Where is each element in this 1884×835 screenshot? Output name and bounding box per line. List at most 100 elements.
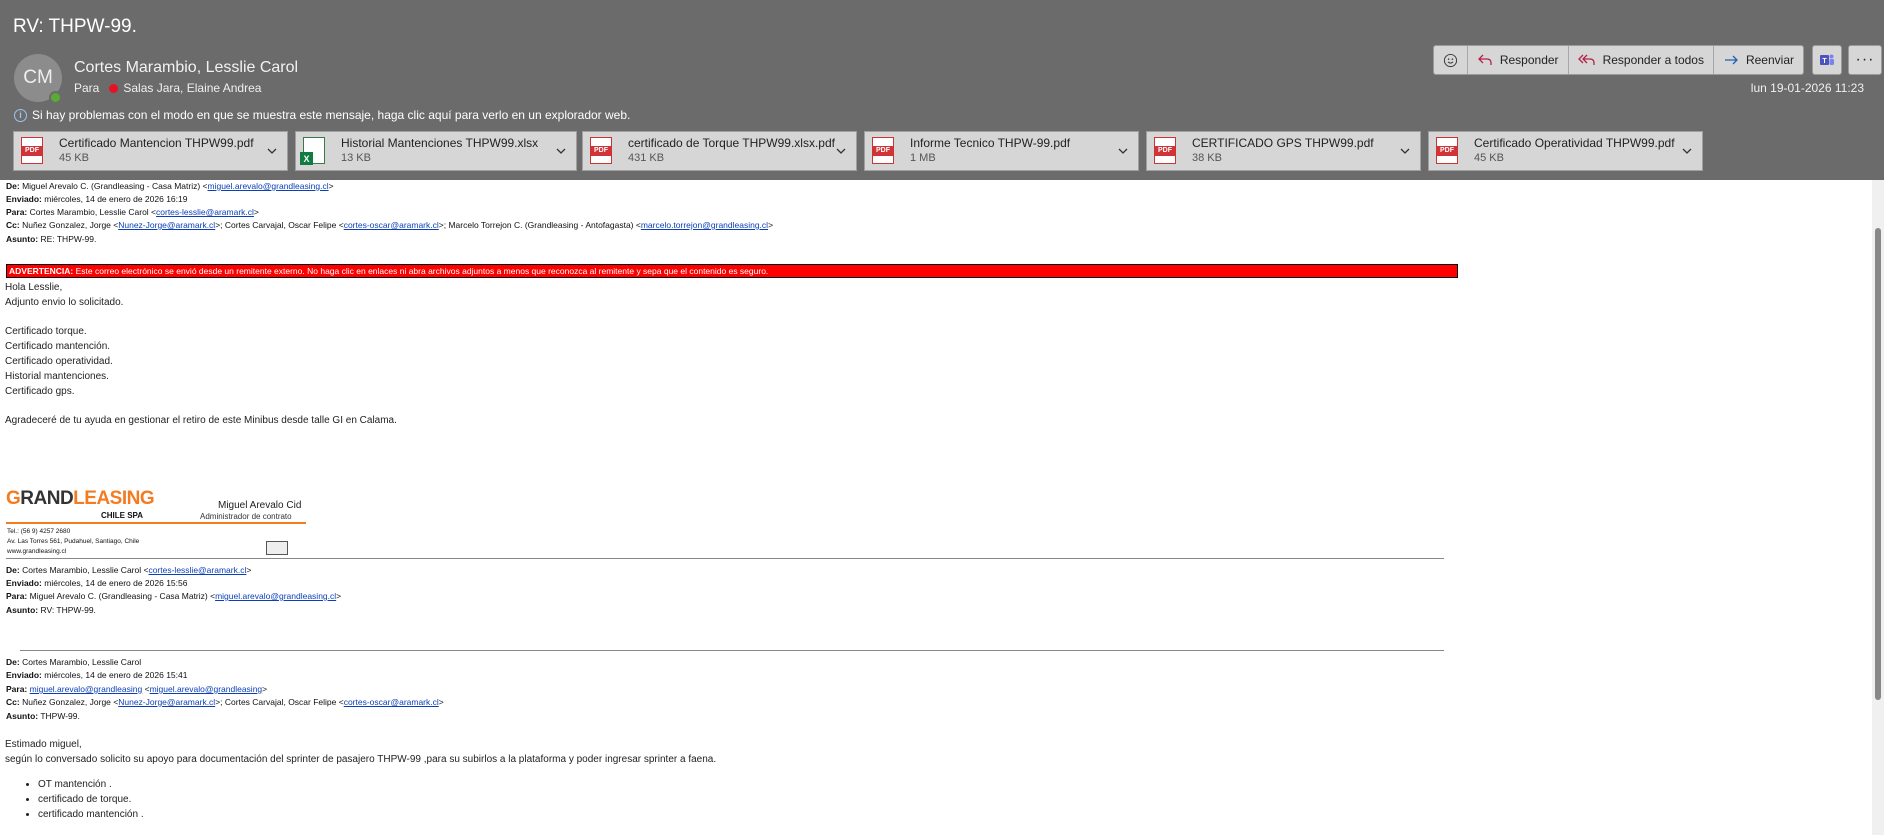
avatar-initials: CM [23, 67, 53, 88]
email-link[interactable]: cortes-lesslie@aramark.cl [148, 565, 246, 575]
chevron-down-icon[interactable] [1399, 146, 1411, 156]
company-logo: GRANDLEASING [6, 488, 155, 509]
email-link[interactable]: miguel.arevalo@grandleasing [30, 684, 143, 694]
email-link[interactable]: marcelo.torrejon@grandleasing.cl [641, 220, 768, 230]
pdf-file-icon [1436, 137, 1458, 164]
signature-role: Administrador de contrato [200, 512, 292, 521]
recipient-name[interactable]: Salas Jara, Elaine Andrea [123, 81, 261, 95]
sender-name[interactable]: Cortes Marambio, Lesslie Carol [74, 59, 298, 77]
excel-file-icon: X [300, 137, 325, 165]
body-line: Certificado gps. [5, 386, 75, 397]
attachment-item[interactable]: Certificado Operatividad THPW99.pdf 45 KB [1428, 131, 1703, 171]
quoted-header-subject: Asunto: THPW-99. [6, 711, 80, 721]
attachment-item[interactable]: Certificado Mantencion THPW99.pdf 45 KB [13, 131, 288, 171]
email-link[interactable]: miguel.arevalo@grandleasing.cl [208, 181, 329, 191]
attachment-size: 38 KB [1192, 152, 1222, 164]
attachment-item[interactable]: CERTIFICADO GPS THPW99.pdf 38 KB [1146, 131, 1421, 171]
attachment-size: 1 MB [910, 152, 936, 164]
attachment-size: 13 KB [341, 152, 371, 164]
list-item: certificado de torque. [38, 794, 144, 809]
vertical-scrollbar[interactable] [1872, 180, 1884, 835]
quoted-header-sent: Enviado: miércoles, 14 de enero de 2026 … [6, 578, 188, 588]
forward-label: Reenviar [1745, 53, 1794, 67]
chevron-down-icon[interactable] [266, 146, 278, 156]
body-line: Certificado torque. [5, 326, 87, 337]
attachment-item[interactable]: certificado de Torque THPW99.xlsx.pdf 431… [582, 131, 857, 171]
chevron-down-icon[interactable] [835, 146, 847, 156]
quoted-header-to: Para: Miguel Arevalo C. (Grandleasing - … [6, 591, 342, 601]
body-line: Hola Lesslie, [5, 282, 63, 293]
quoted-header-sent: Enviado: miércoles, 14 de enero de 2026 … [6, 670, 188, 680]
svg-text:T: T [1822, 58, 1827, 65]
body-line: Certificado mantención. [5, 341, 111, 352]
message-actions: Responder Responder a todos Reenviar [1432, 45, 1804, 75]
attachment-size: 431 KB [628, 152, 665, 164]
presence-available-icon [49, 91, 62, 104]
email-link[interactable]: miguel.arevalo@grandleasing [150, 684, 263, 694]
chevron-down-icon[interactable] [1117, 146, 1129, 156]
forward-icon [1724, 55, 1738, 65]
body-greeting: Estimado miguel, [5, 739, 82, 750]
pdf-file-icon [1154, 137, 1176, 164]
attachment-name: Certificado Mantencion THPW99.pdf [59, 136, 254, 150]
signature-divider [6, 522, 306, 524]
pdf-file-icon [872, 137, 894, 164]
reply-icon [1477, 54, 1492, 65]
quoted-header-cc: Cc: Nuñez Gonzalez, Jorge <Nunez-Jorge@a… [6, 220, 774, 230]
attachment-size: 45 KB [1474, 152, 1504, 164]
scrollbar-thumb[interactable] [1875, 228, 1881, 700]
attachment-name: Historial Mantenciones THPW99.xlsx [341, 136, 539, 150]
reply-button[interactable]: Responder [1468, 46, 1569, 74]
attachment-item[interactable]: X Historial Mantenciones THPW99.xlsx 13 K… [295, 131, 577, 171]
attachment-name: Certificado Operatividad THPW99.pdf [1474, 136, 1675, 150]
body-line: Certificado operatividad. [5, 356, 113, 367]
certification-badge-icon [266, 541, 288, 555]
signature-name: Miguel Arevalo Cid [218, 500, 302, 511]
reply-label: Responder [1499, 53, 1559, 67]
email-link[interactable]: cortes-oscar@aramark.cl [344, 220, 439, 230]
email-link[interactable]: cortes-lesslie@aramark.cl [156, 207, 254, 217]
quoted-header-from: De: Cortes Marambio, Lesslie Carol [6, 657, 142, 667]
more-icon: ··· [1855, 51, 1875, 68]
emoji-reaction-button[interactable] [1434, 46, 1468, 74]
info-icon: i [14, 108, 27, 122]
quoted-header-from: De: Cortes Marambio, Lesslie Carol <cort… [6, 565, 252, 575]
smiley-icon [1443, 53, 1457, 67]
message-body: De: Miguel Arevalo C. (Grandleasing - Ca… [0, 180, 1872, 835]
quoted-header-from: De: Miguel Arevalo C. (Grandleasing - Ca… [6, 181, 334, 191]
quoted-header-cc: Cc: Nuñez Gonzalez, Jorge <Nunez-Jorge@a… [6, 697, 444, 707]
quoted-header-sent: Enviado: miércoles, 14 de enero de 2026 … [6, 194, 188, 204]
attachment-item[interactable]: Informe Tecnico THPW-99.pdf 1 MB [864, 131, 1139, 171]
chevron-down-icon[interactable] [1681, 146, 1693, 156]
attachment-name: certificado de Torque THPW99.xlsx.pdf [628, 136, 835, 150]
teams-icon: T [1820, 54, 1834, 65]
email-signature: GRANDLEASING CHILE SPA Miguel Arevalo Ci… [6, 488, 306, 556]
email-link[interactable]: miguel.arevalo@grandleasing.cl [215, 591, 336, 601]
received-date: lun 19-01-2026 11:23 [1750, 81, 1864, 95]
message-subject: RV: THPW-99. [13, 16, 137, 37]
recipients-row: Para Salas Jara, Elaine Andrea [74, 81, 261, 95]
body-text: según lo conversado solicito su apoyo pa… [5, 754, 717, 765]
more-actions-button[interactable]: ··· [1848, 45, 1882, 75]
list-item: certificado mantención . [38, 809, 144, 824]
divider [6, 558, 1444, 559]
reply-all-button[interactable]: Responder a todos [1569, 46, 1714, 74]
to-label: Para [74, 81, 100, 95]
email-link[interactable]: Nunez-Jorge@aramark.cl [118, 697, 215, 707]
forward-button[interactable]: Reenviar [1714, 46, 1803, 74]
email-link[interactable]: Nunez-Jorge@aramark.cl [118, 220, 215, 230]
external-sender-warning: ADVERTENCIA: Este correo electrónico se … [6, 264, 1458, 278]
body-closing: Agradeceré de tu ayuda en gestionar el r… [5, 415, 397, 426]
pdf-file-icon [21, 137, 43, 164]
email-link[interactable]: cortes-oscar@aramark.cl [344, 697, 439, 707]
message-header: RV: THPW-99. CM Cortes Marambio, Lesslie… [0, 0, 1884, 180]
browser-view-infobar[interactable]: i Si hay problemas con el modo en que se… [14, 108, 630, 122]
pdf-file-icon [590, 137, 612, 164]
teams-share-button[interactable]: T [1812, 45, 1842, 75]
quoted-header-to: Para: miguel.arevalo@grandleasing <migue… [6, 684, 268, 694]
attachments-bar: Certificado Mantencion THPW99.pdf 45 KB X… [13, 131, 1710, 171]
divider [20, 650, 1444, 651]
document-list: OT mantención . certificado de torque. c… [38, 779, 144, 824]
chevron-down-icon[interactable] [555, 146, 567, 156]
infobar-text: Si hay problemas con el modo en que se m… [32, 108, 631, 122]
